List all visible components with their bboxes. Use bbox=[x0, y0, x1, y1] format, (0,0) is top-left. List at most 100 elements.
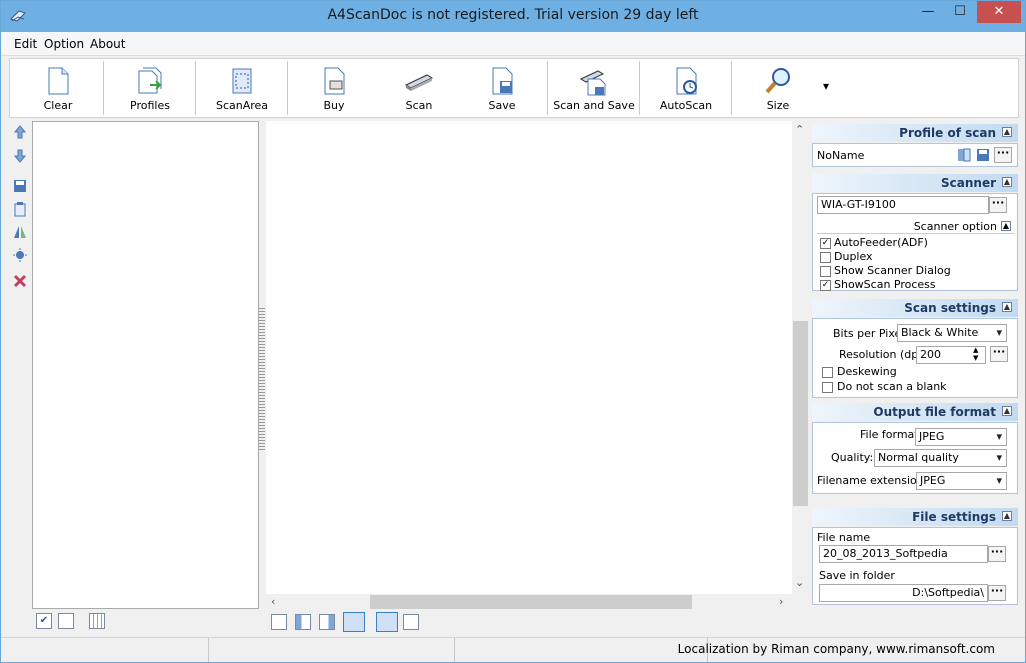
scanarea-button[interactable]: ScanArea bbox=[198, 59, 286, 117]
close-button[interactable]: ✕ bbox=[977, 1, 1021, 23]
collapse-icon[interactable]: ▲ bbox=[1002, 127, 1012, 137]
size-button[interactable]: Size bbox=[734, 59, 822, 117]
page-icon bbox=[48, 67, 69, 95]
scanner-box: WIA-GT-I9100 ··· Scanner option ▲ ✓ AutoF… bbox=[812, 193, 1018, 291]
file-format-label: File format bbox=[860, 428, 919, 441]
magnifier-icon bbox=[765, 68, 790, 94]
resolution-spinner-icon[interactable]: ▲ ▼ bbox=[973, 346, 978, 362]
file-format-select[interactable]: JPEG bbox=[915, 428, 1007, 446]
menu-bar: Edit Option About bbox=[1, 32, 1025, 56]
scroll-left-arrow-icon[interactable]: ‹ bbox=[271, 595, 275, 608]
toolbar-separator bbox=[195, 61, 196, 115]
save-folder-label: Save in folder bbox=[819, 569, 895, 582]
document-viewer[interactable] bbox=[266, 121, 792, 594]
delete-icon[interactable] bbox=[12, 273, 28, 289]
profiles-button[interactable]: Profiles bbox=[106, 59, 194, 117]
output-format-header[interactable]: Output file format ▲ bbox=[812, 403, 1018, 421]
collapse-icon[interactable]: ▲ bbox=[1002, 177, 1012, 187]
quality-select[interactable]: Normal quality bbox=[874, 449, 1007, 467]
profile-more-button[interactable]: ··· bbox=[994, 147, 1012, 163]
horizontal-scrollbar[interactable]: ‹ › bbox=[266, 594, 792, 611]
scan-button[interactable]: Scan bbox=[375, 59, 463, 117]
file-name-more-button[interactable]: ··· bbox=[988, 546, 1006, 562]
scan-settings-header[interactable]: Scan settings ▲ bbox=[812, 299, 1018, 317]
scroll-right-arrow-icon[interactable]: › bbox=[779, 595, 783, 608]
save-profile-icon[interactable] bbox=[975, 147, 991, 163]
deskewing-checkbox[interactable] bbox=[822, 367, 833, 378]
scanner-option-label: Scanner option bbox=[913, 220, 997, 233]
menu-edit[interactable]: Edit bbox=[14, 37, 37, 51]
scan-and-save-icon bbox=[579, 70, 606, 96]
view-left-icon[interactable] bbox=[295, 614, 311, 630]
skip-blank-label: Do not scan a blank bbox=[837, 380, 947, 393]
autoscan-button[interactable]: AutoScan bbox=[642, 59, 730, 117]
show-scanner-dialog-checkbox[interactable] bbox=[820, 266, 831, 277]
scroll-down-arrow-icon[interactable]: ⌄ bbox=[795, 576, 804, 589]
toolbar-more-dropdown[interactable]: ▾ bbox=[823, 79, 829, 93]
scanner-icon bbox=[404, 74, 434, 91]
scanner-option-header: Scanner option ▲ bbox=[817, 220, 1015, 234]
menu-option[interactable]: Option bbox=[44, 37, 84, 51]
scanner-more-button[interactable]: ··· bbox=[989, 197, 1007, 213]
show-scanner-dialog-label: Show Scanner Dialog bbox=[834, 264, 951, 277]
horizontal-scroll-thumb[interactable] bbox=[370, 595, 692, 609]
vertical-scrollbar[interactable]: ⌃ ⌄ bbox=[792, 121, 809, 594]
save-button[interactable]: Save bbox=[458, 59, 546, 117]
view-right-icon[interactable] bbox=[319, 614, 335, 630]
grid-view-icon[interactable] bbox=[89, 613, 105, 629]
zoom-fit-icon[interactable] bbox=[403, 614, 419, 630]
thumbnail-list[interactable] bbox=[32, 121, 259, 609]
file-settings-header-label: File settings bbox=[912, 510, 996, 524]
open-profile-icon[interactable] bbox=[956, 147, 972, 163]
collapse-icon[interactable]: ▲ bbox=[1002, 406, 1012, 416]
output-format-header-label: Output file format bbox=[873, 405, 996, 419]
save-icon bbox=[492, 67, 513, 95]
brightness-icon[interactable] bbox=[12, 247, 28, 263]
save-folder-input[interactable]: D:\Softpedia\ bbox=[819, 584, 988, 602]
clipboard-icon[interactable] bbox=[12, 201, 28, 217]
scroll-up-arrow-icon[interactable]: ⌃ bbox=[795, 123, 804, 136]
resolution-more-button[interactable]: ··· bbox=[990, 346, 1008, 362]
view-fit-icon[interactable] bbox=[343, 612, 365, 632]
scanner-header[interactable]: Scanner ▲ bbox=[812, 174, 1018, 192]
deselect-icon[interactable] bbox=[58, 613, 74, 629]
mirror-icon[interactable] bbox=[12, 224, 28, 240]
pane-splitter[interactable] bbox=[259, 306, 265, 451]
deskewing-label: Deskewing bbox=[837, 365, 897, 378]
duplex-checkbox[interactable] bbox=[820, 252, 831, 263]
autofeeder-label: AutoFeeder(ADF) bbox=[834, 236, 928, 249]
view-single-icon[interactable] bbox=[271, 614, 287, 630]
buy-button[interactable]: Buy bbox=[290, 59, 378, 117]
scan-and-save-button[interactable]: Scan and Save bbox=[550, 59, 638, 117]
showscan-process-checkbox[interactable]: ✓ bbox=[820, 280, 831, 291]
select-all-icon[interactable]: ✔ bbox=[36, 613, 52, 629]
bits-per-pixel-select[interactable]: Black & White bbox=[897, 324, 1007, 342]
buy-label: Buy bbox=[323, 99, 345, 112]
actual-size-icon[interactable] bbox=[376, 612, 398, 632]
collapse-icon[interactable]: ▲ bbox=[1002, 511, 1012, 521]
collapse-icon[interactable]: ▲ bbox=[1002, 302, 1012, 312]
vertical-scroll-thumb[interactable] bbox=[793, 321, 808, 506]
move-down-icon[interactable] bbox=[12, 148, 28, 164]
toolbar: Clear Profiles ScanArea Buy Scan Save Sc… bbox=[9, 58, 1019, 118]
move-up-icon[interactable] bbox=[12, 124, 28, 140]
save-page-icon[interactable] bbox=[12, 178, 28, 194]
output-format-box: File format JPEG Quality: Normal quality… bbox=[812, 422, 1018, 494]
scanner-device-field[interactable]: WIA-GT-I9100 bbox=[817, 196, 989, 214]
clear-button[interactable]: Clear bbox=[14, 59, 102, 117]
maximize-button[interactable]: ☐ bbox=[945, 1, 975, 23]
filename-extension-select[interactable]: JPEG bbox=[916, 472, 1007, 490]
title-bar[interactable]: A4ScanDoc is not registered. Trial versi… bbox=[1, 1, 1025, 32]
profile-header[interactable]: Profile of scan ▲ bbox=[812, 124, 1018, 142]
minimize-button[interactable]: — bbox=[913, 1, 943, 23]
file-settings-header[interactable]: File settings ▲ bbox=[812, 508, 1018, 526]
scan-label: Scan bbox=[405, 99, 433, 112]
save-folder-more-button[interactable]: ··· bbox=[988, 585, 1006, 601]
menu-about[interactable]: About bbox=[90, 37, 125, 51]
skip-blank-checkbox[interactable] bbox=[822, 382, 833, 393]
autofeeder-checkbox[interactable]: ✓ bbox=[820, 238, 831, 249]
collapse-icon[interactable]: ▲ bbox=[1001, 221, 1011, 231]
file-name-input[interactable]: 20_08_2013_Softpedia bbox=[819, 545, 988, 563]
scanarea-label: ScanArea bbox=[215, 99, 269, 112]
toolbar-separator bbox=[287, 61, 288, 115]
